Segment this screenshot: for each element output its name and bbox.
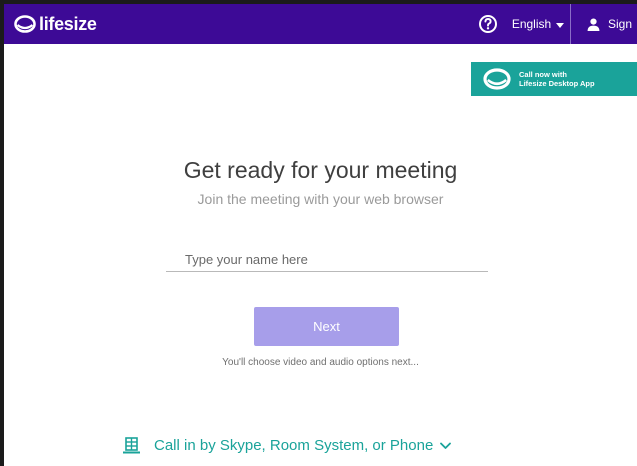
user-icon — [587, 18, 600, 31]
call-in-options-toggle[interactable]: Call in by Skype, Room System, or Phone — [123, 437, 452, 454]
desktop-app-line2: Lifesize Desktop App — [519, 79, 595, 88]
call-in-label: Call in by Skype, Room System, or Phone — [154, 437, 434, 454]
language-label: English — [511, 17, 552, 31]
desktop-app-line1: Call now with — [519, 70, 567, 79]
call-desktop-app-button[interactable]: Call now with Lifesize Desktop App — [471, 62, 637, 96]
app-frame: lifesize English Sign Call now with Life… — [0, 0, 637, 466]
help-icon[interactable] — [478, 14, 498, 34]
options-hint: You'll choose video and audio options ne… — [222, 357, 419, 368]
building-icon — [123, 437, 140, 454]
next-button[interactable]: Next — [254, 307, 399, 346]
page-subtitle: Join the meeting with your web browser — [197, 191, 444, 207]
lifesize-logo-icon — [14, 15, 36, 33]
chevron-down-icon — [440, 442, 452, 449]
logo-text: lifesize — [39, 13, 97, 34]
top-navigation-bar: lifesize English Sign — [4, 4, 637, 44]
caret-down-icon — [556, 22, 565, 28]
sign-in-button[interactable]: Sign — [587, 4, 632, 44]
lifesize-app-icon — [483, 68, 511, 90]
lifesize-logo[interactable]: lifesize — [14, 12, 97, 36]
sign-in-label: Sign — [608, 17, 633, 31]
language-selector[interactable]: English — [506, 4, 571, 44]
name-input[interactable] — [166, 248, 488, 272]
desktop-app-text: Call now with Lifesize Desktop App — [519, 70, 595, 88]
page-title: Get ready for your meeting — [183, 157, 458, 183]
